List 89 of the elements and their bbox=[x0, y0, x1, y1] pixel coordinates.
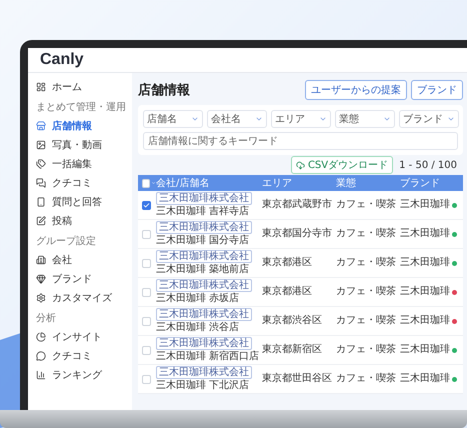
chevron-down-icon bbox=[191, 115, 199, 123]
csv-download-button[interactable]: CSVダウンロード bbox=[290, 156, 394, 174]
table-cell-text: カフェ・喫茶 bbox=[336, 286, 397, 298]
menu-icon bbox=[36, 216, 46, 226]
table-cell-text: 三木田珈琲 bbox=[400, 257, 451, 269]
menu-icon bbox=[36, 274, 46, 284]
sidebar-item[interactable]: ブランド bbox=[36, 269, 132, 288]
column-header: 業態 bbox=[336, 176, 357, 190]
filter-dropdown[interactable]: 業態 bbox=[335, 110, 395, 128]
header-button[interactable]: ユーザーからの提案 bbox=[305, 80, 407, 100]
company-tag: 三木田珈琲株式会社 bbox=[156, 250, 252, 263]
table-cell-text: カフェ・喫茶 bbox=[336, 344, 397, 356]
filter-dropdown[interactable]: ブランド bbox=[399, 110, 459, 128]
sidebar-section-title: 分析 bbox=[36, 312, 57, 326]
company-tag: 三木田珈琲株式会社 bbox=[156, 337, 252, 350]
chevron-down-icon bbox=[447, 115, 455, 123]
chevron-down-icon bbox=[383, 115, 391, 123]
store-name: 三木田珈琲 赤坂店 bbox=[156, 293, 240, 305]
table-cell-text: 東京都武蔵野市 bbox=[262, 199, 333, 211]
table-cell-text: 東京都新宿区 bbox=[262, 344, 323, 356]
filter-dropdown[interactable]: エリア bbox=[271, 110, 331, 128]
sidebar-item[interactable]: 会社 bbox=[36, 250, 132, 269]
store-name: 三木田珈琲 吉祥寺店 bbox=[156, 206, 250, 218]
store-name: 三木田珈琲 国分寺店 bbox=[156, 235, 250, 247]
sidebar-item[interactable]: 写真・動画 bbox=[36, 135, 132, 154]
menu-icon bbox=[36, 120, 46, 130]
table-cell-text: カフェ・喫茶 bbox=[336, 373, 397, 385]
menu-icon bbox=[36, 370, 46, 380]
table-cell-text: 三木田珈琲 bbox=[400, 199, 451, 211]
menu-icon bbox=[36, 178, 46, 188]
chevron-down-icon bbox=[255, 115, 263, 123]
sidebar-item[interactable]: カスタマイズ bbox=[36, 288, 132, 307]
menu-icon bbox=[36, 140, 46, 150]
column-header: エリア bbox=[262, 177, 293, 190]
sidebar-section-title: グループ設定 bbox=[36, 235, 97, 249]
cloud-download-icon bbox=[296, 160, 305, 170]
select-all-checkbox[interactable] bbox=[142, 178, 150, 188]
menu-icon bbox=[36, 254, 46, 264]
sidebar-item[interactable]: インサイト bbox=[36, 327, 132, 346]
sidebar-item[interactable]: 一括編集 bbox=[36, 154, 132, 173]
table-cell-text: カフェ・喫茶 bbox=[336, 257, 397, 269]
table-cell-text: カフェ・喫茶 bbox=[336, 199, 397, 211]
table-cell-text: 東京都港区 bbox=[262, 286, 313, 298]
table-cell-text: 三木田珈琲 bbox=[400, 373, 451, 385]
column-header: 会社/店舗名 bbox=[156, 176, 210, 190]
menu-icon bbox=[36, 332, 46, 342]
filter-dropdown[interactable]: 店舗名 bbox=[143, 110, 203, 128]
column-header: ブランド bbox=[400, 176, 441, 190]
table-cell-text: 三木田珈琲 bbox=[400, 344, 451, 356]
sidebar-item[interactable]: ランキング bbox=[36, 365, 132, 384]
menu-icon bbox=[36, 196, 46, 206]
table-cell-text: 三木田珈琲 bbox=[400, 315, 451, 327]
sidebar-item[interactable]: 質問と回答 bbox=[36, 192, 132, 211]
sidebar-section-title: まとめて管理・運用 bbox=[36, 101, 127, 115]
store-name: 三木田珈琲 築地前店 bbox=[156, 264, 250, 276]
table-cell-text: 三木田珈琲 bbox=[400, 286, 451, 298]
sidebar-item[interactable]: 投稿 bbox=[36, 211, 132, 230]
caret-icon bbox=[150, 180, 156, 186]
row-checkbox[interactable] bbox=[142, 200, 151, 210]
sidebar-item[interactable]: クチコミ bbox=[36, 173, 132, 192]
store-name: 三木田珈琲 下北沢店 bbox=[156, 380, 250, 392]
sidebar-item[interactable]: ホーム bbox=[36, 77, 132, 96]
store-name: 三木田珈琲 新宿西口店 bbox=[156, 351, 260, 363]
table-cell-text: 東京都港区 bbox=[262, 257, 313, 269]
store-name: 三木田珈琲 渋谷店 bbox=[156, 322, 240, 334]
table-cell-text: 三木田珈琲 bbox=[400, 228, 451, 240]
filter-dropdown[interactable]: 会社名 bbox=[207, 110, 267, 128]
page-title: 店舗情報 bbox=[138, 82, 190, 99]
company-tag: 三木田珈琲株式会社 bbox=[156, 279, 252, 292]
company-tag: 三木田珈琲株式会社 bbox=[156, 366, 252, 379]
sidebar-item[interactable]: クチコミ bbox=[36, 346, 132, 365]
table-cell-text: 東京都国分寺市 bbox=[262, 228, 333, 240]
pagination-text: 1 - 50 / 100 bbox=[399, 160, 457, 170]
menu-icon bbox=[36, 350, 46, 360]
chevron-down-icon bbox=[319, 115, 327, 123]
menu-icon bbox=[36, 158, 46, 168]
sidebar-item[interactable]: 店舗情報 bbox=[36, 116, 132, 135]
company-tag: 三木田珈琲株式会社 bbox=[156, 308, 252, 321]
company-tag: 三木田珈琲株式会社 bbox=[156, 192, 252, 205]
table-cell-text: 東京都渋谷区 bbox=[262, 315, 323, 327]
table-cell-text: カフェ・喫茶 bbox=[336, 315, 397, 327]
table-cell-text: カフェ・喫茶 bbox=[336, 228, 397, 240]
table-cell-text: 東京都世田谷区 bbox=[262, 373, 333, 385]
search-field[interactable]: 店舗情報に関するキーワード bbox=[143, 132, 458, 150]
menu-icon bbox=[36, 292, 46, 302]
header-button[interactable]: ブランド bbox=[411, 80, 463, 100]
company-tag: 三木田珈琲株式会社 bbox=[156, 221, 252, 234]
menu-icon bbox=[36, 82, 46, 92]
logo: Canly bbox=[40, 51, 84, 69]
